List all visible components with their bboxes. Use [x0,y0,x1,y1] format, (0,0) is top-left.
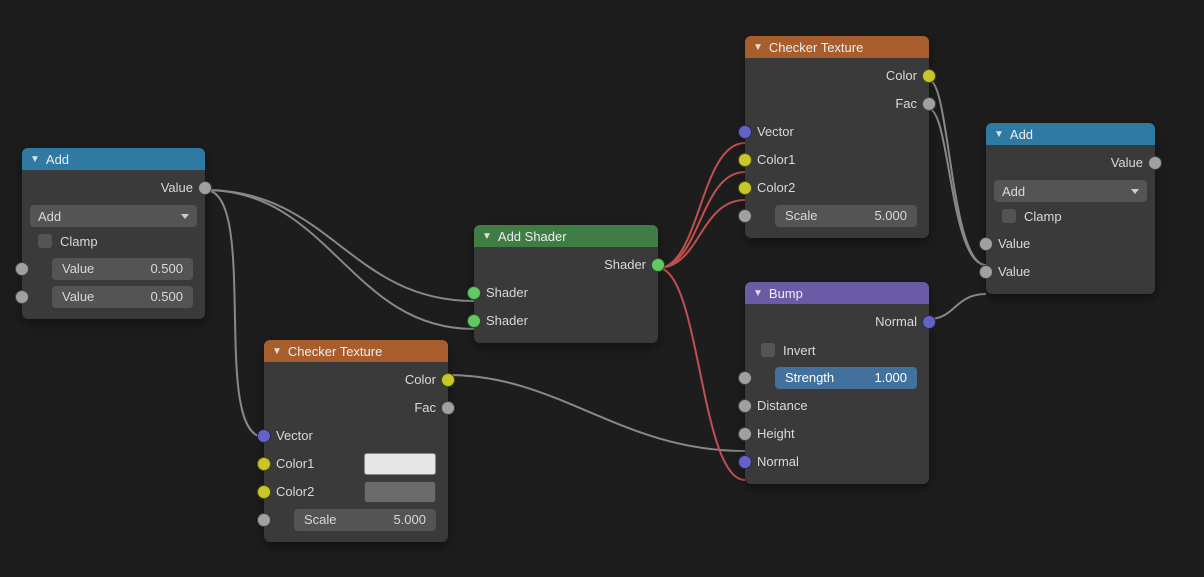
input-color2[interactable]: Color2 [264,478,448,506]
node-title: Checker Texture [288,344,382,359]
input-color1[interactable]: Color1 [745,146,929,174]
invert-checkbox[interactable]: Invert [753,339,921,361]
node-checker-texture-1[interactable]: ▼ Checker Texture Color Fac Vector Color… [264,340,448,542]
node-title: Add [46,152,69,167]
output-fac[interactable]: Fac [745,90,929,118]
output-shader[interactable]: Shader [474,251,658,279]
socket-strength-in[interactable] [738,371,752,385]
socket-vector-in[interactable] [257,429,271,443]
socket-value-in[interactable] [15,290,29,304]
value-field[interactable]: Value 0.500 [52,286,193,308]
node-checker-texture-2[interactable]: ▼ Checker Texture Color Fac Vector Color… [745,36,929,238]
chevron-down-icon: ▼ [994,129,1004,140]
checkbox-icon [1002,209,1016,223]
chevron-down-icon: ▼ [30,154,40,165]
socket-color-in[interactable] [738,181,752,195]
input-scale[interactable]: Scale 5.000 [745,202,929,230]
input-color1[interactable]: Color1 [264,450,448,478]
input-value-1[interactable]: Value [986,230,1155,258]
socket-color-in[interactable] [257,457,271,471]
input-strength[interactable]: Strength 1.000 [745,364,929,392]
clamp-checkbox[interactable]: Clamp [994,205,1147,227]
input-shader-2[interactable]: Shader [474,307,658,335]
chevron-down-icon: ▼ [753,288,763,299]
strength-field[interactable]: Strength 1.000 [775,367,917,389]
color-swatch[interactable] [364,481,436,503]
scale-field[interactable]: Scale 5.000 [775,205,917,227]
output-color[interactable]: Color [264,366,448,394]
input-vector[interactable]: Vector [264,422,448,450]
output-color[interactable]: Color [745,62,929,90]
node-title: Add [1010,127,1033,142]
input-value-1[interactable]: Value 0.500 [22,255,205,283]
socket-color-out[interactable] [441,373,455,387]
node-title: Bump [769,286,803,301]
socket-color-in[interactable] [257,485,271,499]
node-bump[interactable]: ▼ Bump Normal Invert Strength 1.000 D [745,282,929,484]
checkbox-icon [38,234,52,248]
scale-field[interactable]: Scale 5.000 [294,509,436,531]
socket-scale-in[interactable] [257,513,271,527]
chevron-down-icon: ▼ [753,42,763,53]
node-add-math-1[interactable]: ▼ Add Value Add Clamp Value 0.500 [22,148,205,319]
input-distance[interactable]: Distance [745,392,929,420]
socket-normal-out[interactable] [922,315,936,329]
socket-vector-in[interactable] [738,125,752,139]
chevron-down-icon: ▼ [482,231,492,242]
socket-scale-in[interactable] [738,209,752,223]
input-shader-1[interactable]: Shader [474,279,658,307]
socket-value-out[interactable] [1148,156,1162,170]
socket-shader-out[interactable] [651,258,665,272]
socket-color-in[interactable] [738,153,752,167]
input-value-2[interactable]: Value [986,258,1155,286]
clamp-checkbox[interactable]: Clamp [30,230,197,252]
socket-fac-out[interactable] [441,401,455,415]
node-header[interactable]: ▼ Add [986,123,1155,145]
node-add-shader[interactable]: ▼ Add Shader Shader Shader Shader [474,225,658,343]
input-scale[interactable]: Scale 5.000 [264,506,448,534]
node-header[interactable]: ▼ Add [22,148,205,170]
input-color2[interactable]: Color2 [745,174,929,202]
node-header[interactable]: ▼ Checker Texture [264,340,448,362]
socket-distance-in[interactable] [738,399,752,413]
output-value[interactable]: Value [986,149,1155,177]
node-title: Checker Texture [769,40,863,55]
node-add-math-2[interactable]: ▼ Add Value Add Clamp Value Value [986,123,1155,294]
node-title: Add Shader [498,229,567,244]
output-value[interactable]: Value [22,174,205,202]
node-header[interactable]: ▼ Add Shader [474,225,658,247]
input-vector[interactable]: Vector [745,118,929,146]
input-height[interactable]: Height [745,420,929,448]
output-fac[interactable]: Fac [264,394,448,422]
socket-normal-in[interactable] [738,455,752,469]
socket-value-in[interactable] [15,262,29,276]
socket-fac-out[interactable] [922,97,936,111]
input-normal[interactable]: Normal [745,448,929,476]
socket-color-out[interactable] [922,69,936,83]
socket-height-in[interactable] [738,427,752,441]
node-header[interactable]: ▼ Checker Texture [745,36,929,58]
operation-dropdown[interactable]: Add [994,180,1147,202]
checkbox-icon [761,343,775,357]
node-header[interactable]: ▼ Bump [745,282,929,304]
socket-shader-in[interactable] [467,286,481,300]
color-swatch[interactable] [364,453,436,475]
value-field[interactable]: Value 0.500 [52,258,193,280]
socket-value-in[interactable] [979,265,993,279]
output-normal[interactable]: Normal [745,308,929,336]
socket-shader-in[interactable] [467,314,481,328]
chevron-down-icon: ▼ [272,346,282,357]
input-value-2[interactable]: Value 0.500 [22,283,205,311]
socket-value-in[interactable] [979,237,993,251]
operation-dropdown[interactable]: Add [30,205,197,227]
socket-value-out[interactable] [198,181,212,195]
